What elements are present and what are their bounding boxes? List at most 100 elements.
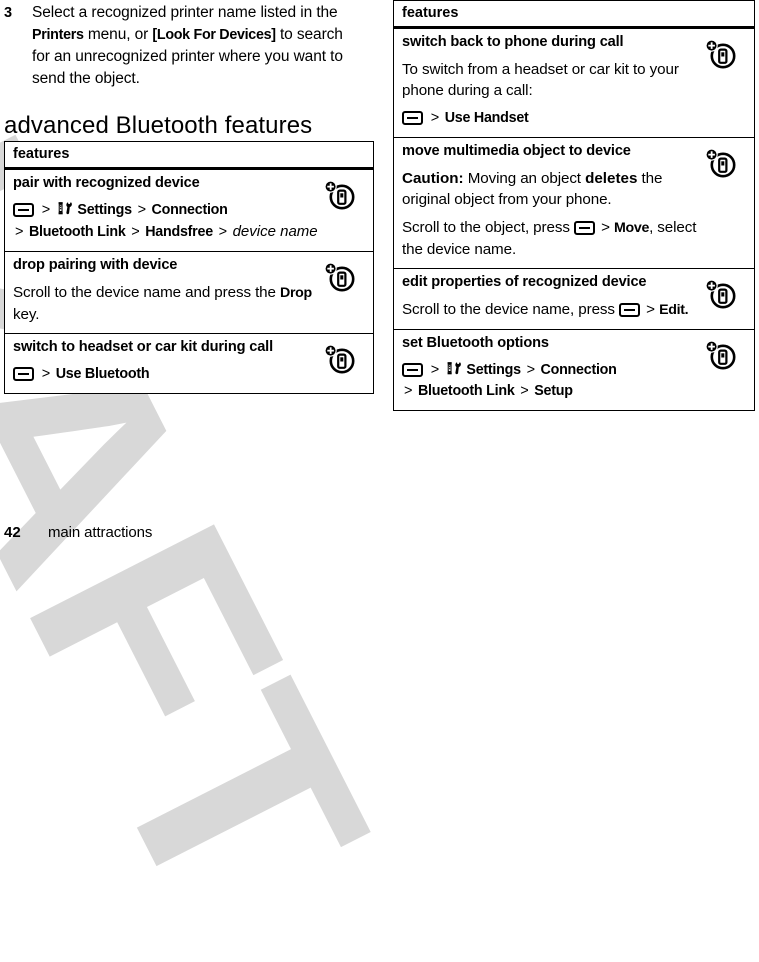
path-segment[interactable]: Bluetooth Link: [29, 224, 126, 240]
feature-menu-path: > Settings > Connection > Bluetooth Link…: [13, 200, 321, 243]
path-separator: >: [137, 202, 146, 218]
bluetooth-device-icon: [321, 342, 357, 376]
path-segment[interactable]: Connection: [152, 202, 228, 218]
page-footer: 42 main attractions: [4, 524, 404, 541]
path-segment[interactable]: Bluetooth Link: [418, 383, 515, 399]
feature-icon-cell: [702, 269, 755, 330]
instruction-prefix: Scroll to the object, press: [402, 219, 574, 236]
path-segment[interactable]: Settings: [466, 362, 521, 378]
path-segment[interactable]: Connection: [541, 362, 617, 378]
path-segment[interactable]: Use Bluetooth: [56, 366, 150, 382]
feature-title: set Bluetooth options: [402, 335, 549, 351]
menu-key-icon[interactable]: [13, 203, 34, 217]
table-row: edit properties of recognized device Scr…: [393, 268, 755, 330]
table-row: switch back to phone during call To swit…: [393, 27, 755, 138]
path-separator: >: [404, 383, 413, 399]
caution-label: Caution:: [402, 170, 464, 187]
deletes-emphasis: deletes: [585, 170, 638, 187]
left-column: 3 Select a recognized printer name liste…: [4, 0, 374, 394]
feature-icon-cell: [321, 252, 374, 334]
feature-menu-path: > Use Handset: [402, 108, 702, 129]
feature-icon-cell: [321, 334, 374, 394]
bluetooth-device-icon: [702, 277, 738, 311]
drop-key-name: Drop: [280, 285, 312, 301]
feature-title: pair with recognized device: [13, 175, 200, 191]
bluetooth-device-icon: [321, 260, 357, 294]
move-menu-option[interactable]: Move: [614, 220, 649, 236]
table-header-label: features: [402, 5, 459, 21]
feature-cell: set Bluetooth options > Settings > Conne…: [394, 330, 703, 411]
path-separator: >: [218, 224, 227, 240]
path-segment[interactable]: Settings: [77, 202, 132, 218]
feature-description: Scroll to the object, press > Move, sele…: [402, 217, 702, 260]
feature-title: switch to headset or car kit during call: [13, 339, 273, 355]
feature-menu-path: > Settings > Connection > Bluetooth Link…: [402, 360, 702, 402]
feature-caution: Caution: Moving an object deletes the or…: [402, 170, 663, 208]
path-separator: >: [15, 224, 24, 240]
footer-section-title: main attractions: [48, 524, 153, 541]
feature-menu-path: > Use Bluetooth: [13, 364, 321, 385]
path-device-name-placeholder: device name: [232, 223, 318, 240]
menu-key-icon[interactable]: [13, 367, 34, 381]
settings-gear-icon: [447, 361, 462, 376]
feature-icon-cell: [702, 138, 755, 269]
path-separator: >: [131, 224, 140, 240]
path-segment[interactable]: Setup: [534, 383, 573, 399]
step-text: Select a recognized printer name listed …: [32, 4, 343, 87]
feature-cell: edit properties of recognized device Scr…: [394, 269, 703, 330]
page-title: advanced Bluetooth features: [4, 112, 313, 139]
bluetooth-device-icon: [321, 178, 357, 212]
edit-menu-option[interactable]: Edit.: [659, 302, 689, 318]
path-segment[interactable]: Use Handset: [445, 110, 529, 126]
feature-title: move multimedia object to device: [402, 143, 631, 159]
table-header-row: features: [4, 142, 374, 169]
instruction-prefix: Scroll to the device name, press: [402, 301, 620, 318]
feature-cell: switch back to phone during call To swit…: [394, 28, 703, 138]
menu-key-icon[interactable]: [402, 363, 423, 377]
printers-menu-name: Printers: [32, 26, 84, 43]
path-separator: >: [646, 301, 655, 318]
bluetooth-device-icon: [702, 146, 738, 180]
path-separator: >: [430, 362, 439, 378]
feature-icon-cell: [321, 169, 374, 252]
feature-title: drop pairing with device: [13, 257, 178, 273]
menu-key-icon[interactable]: [573, 221, 595, 235]
path-segment[interactable]: Handsfree: [145, 224, 213, 240]
numbered-step-3: 3 Select a recognized printer name liste…: [4, 2, 374, 89]
step-number: 3: [4, 5, 13, 21]
feature-title: switch back to phone during call: [402, 34, 624, 50]
feature-icon-cell: [702, 330, 755, 411]
settings-gear-icon: [58, 201, 73, 216]
table-row: drop pairing with device Scroll to the d…: [4, 251, 374, 334]
path-separator: >: [520, 383, 529, 399]
table-row: set Bluetooth options > Settings > Conne…: [393, 329, 755, 411]
page-number: 42: [4, 524, 21, 541]
bluetooth-device-icon: [702, 338, 738, 372]
bluetooth-device-icon: [702, 37, 738, 71]
feature-cell: pair with recognized device > Settings >…: [5, 169, 322, 252]
feature-cell: move multimedia object to device Caution…: [394, 138, 703, 269]
manual-page: 3 Select a recognized printer name liste…: [0, 0, 759, 546]
table-header-row: features: [393, 1, 755, 28]
table-header-label: features: [13, 146, 70, 162]
feature-title: edit properties of recognized device: [402, 274, 647, 290]
path-separator: >: [526, 362, 535, 378]
right-column: features switch back to phone during cal…: [393, 0, 755, 411]
table-row: move multimedia object to device Caution…: [393, 137, 755, 269]
left-features-table: features pair with recognized device > S…: [4, 141, 374, 394]
feature-cell: switch to headset or car kit during call…: [5, 334, 322, 394]
feature-description: Scroll to the device name and press the …: [13, 284, 312, 323]
feature-icon-cell: [702, 28, 755, 138]
right-features-table: features switch back to phone during cal…: [393, 0, 755, 411]
path-separator: >: [41, 366, 50, 382]
menu-key-icon[interactable]: [619, 303, 641, 317]
feature-cell: drop pairing with device Scroll to the d…: [5, 252, 322, 334]
table-row: pair with recognized device > Settings >…: [4, 168, 374, 252]
path-separator: >: [430, 110, 439, 126]
feature-description: To switch from a headset or car kit to y…: [402, 61, 679, 99]
table-row: switch to headset or car kit during call…: [4, 333, 374, 394]
feature-description: Scroll to the device name, press > Edit.: [402, 299, 702, 321]
menu-key-icon[interactable]: [402, 111, 423, 125]
path-separator: >: [601, 219, 610, 236]
path-separator: >: [41, 202, 50, 218]
